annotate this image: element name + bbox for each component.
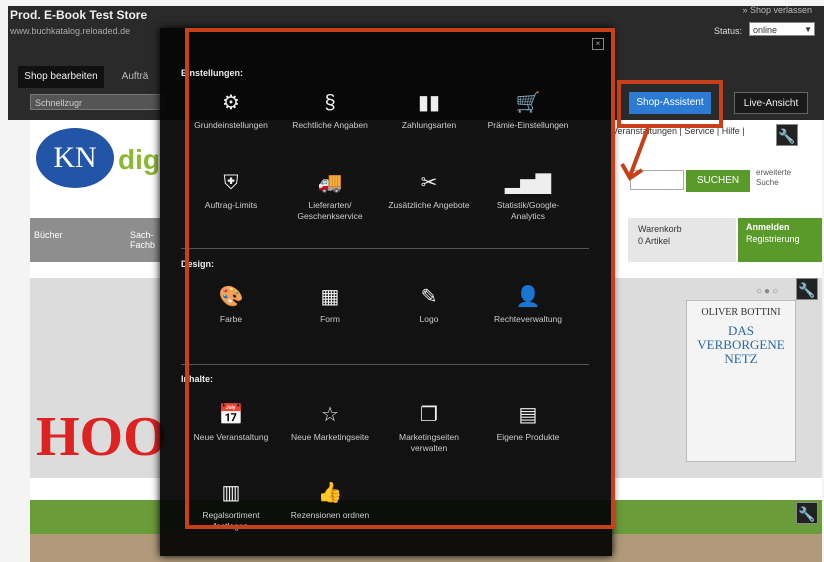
- tile-own-products[interactable]: ▤ Eigene Produkte: [481, 402, 575, 443]
- tile-additional-offers[interactable]: ✂ Zusätzliche Angebote: [382, 170, 476, 211]
- shield-icon: ⛨: [223, 172, 239, 194]
- close-icon[interactable]: ×: [592, 38, 604, 50]
- cart-widget[interactable]: Warenkorb 0 Artikel: [628, 218, 736, 262]
- leave-shop-link[interactable]: » Shop verlassen: [742, 5, 812, 15]
- status-value: online: [753, 25, 778, 35]
- tile-label: Form: [320, 314, 340, 324]
- status-label: Status:: [714, 26, 743, 36]
- tile-label: Lieferarten/ Geschenkservice: [297, 200, 363, 221]
- pen-icon: ✎: [420, 286, 438, 308]
- store-title: Prod. E-Book Test Store: [10, 8, 148, 22]
- tile-rights-management[interactable]: 👤 Rechteverwaltung: [481, 284, 575, 325]
- tile-label: Logo: [419, 314, 439, 324]
- book-title: DAS VERBORGENE NETZ: [697, 323, 785, 366]
- book-cover[interactable]: OLIVER BOTTINI DAS VERBORGENE NETZ: [686, 300, 796, 462]
- paragraph-icon: §: [324, 92, 336, 114]
- cart-count: 0 Artikel: [638, 236, 671, 246]
- tile-shelf-assortment[interactable]: ▥ Regalsortiment festlegen: [184, 480, 278, 532]
- tile-manage-marketing-pages[interactable]: ❐ Marketingseiten verwalten: [382, 402, 476, 454]
- tile-label: Neue Veranstaltung: [193, 432, 269, 442]
- tab-orders[interactable]: Aufträ: [110, 66, 160, 88]
- tile-label: Prämie-Einstellungen: [487, 120, 569, 130]
- store-logo-suffix: dig: [118, 144, 160, 175]
- register-link[interactable]: Registrierung: [746, 234, 822, 244]
- layout-icon: ▦: [320, 286, 340, 308]
- tile-label: Zahlungsarten: [401, 120, 457, 130]
- tile-label: Regalsortiment festlegen: [202, 510, 260, 531]
- tile-payment-methods[interactable]: ▮▮ Zahlungsarten: [382, 90, 476, 131]
- tile-label: Rechteverwaltung: [493, 314, 563, 324]
- status-select[interactable]: online ▼: [749, 22, 815, 36]
- section-title-settings: Einstellungen:: [181, 68, 244, 78]
- section-title-design: Design:: [181, 259, 215, 269]
- chevron-down-icon: ▼: [804, 25, 812, 34]
- login-widget[interactable]: Anmelden Registrierung: [738, 218, 822, 262]
- tile-legal-info[interactable]: § Rechtliche Angaben: [283, 90, 377, 131]
- nav-item-books[interactable]: Bücher: [34, 230, 63, 240]
- shop-assistant-button[interactable]: Shop-Assistent: [629, 92, 711, 114]
- annotation-arrow-icon: [620, 127, 650, 181]
- section-title-content: Inhalte:: [181, 374, 214, 384]
- tile-form[interactable]: ▦ Form: [283, 284, 377, 325]
- divider: [181, 364, 589, 365]
- store-logo[interactable]: KN: [36, 128, 114, 188]
- cart-label: Warenkorb: [638, 224, 682, 234]
- tile-basic-settings[interactable]: ⚙ Grundeinstellungen: [184, 90, 278, 131]
- tile-new-marketing-page[interactable]: ☆ Neue Marketingseite: [283, 402, 377, 443]
- quick-access-input[interactable]: Schnellzugr: [30, 94, 165, 110]
- tools-icon: ✂: [420, 172, 438, 194]
- cart-gear-icon: 🛒: [515, 92, 541, 114]
- tile-label: Zusätzliche Angebote: [388, 200, 470, 210]
- tile-label: Farbe: [219, 314, 243, 324]
- tile-label: Rechtliche Angaben: [292, 120, 368, 130]
- tile-label: Auftrag-Limits: [204, 200, 258, 210]
- banner-text: HOO: [36, 406, 167, 468]
- books-icon: ▥: [221, 482, 241, 504]
- payment-icon: ▮▮: [417, 92, 440, 114]
- wrench-icon[interactable]: 🔧: [796, 502, 818, 524]
- pages-gear-icon: ❐: [420, 404, 438, 426]
- truck-icon: 🚚: [317, 172, 343, 194]
- review-icon: 👍: [317, 482, 343, 504]
- live-view-button[interactable]: Live-Ansicht: [734, 92, 808, 114]
- tile-color[interactable]: 🎨 Farbe: [184, 284, 278, 325]
- store-url[interactable]: www.buchkatalog.reloaded.de: [10, 26, 130, 36]
- tab-shop-edit[interactable]: Shop bearbeiten: [18, 66, 104, 88]
- calendar-add-icon: 📅: [218, 404, 244, 426]
- bar-chart-icon: ▂▅▇: [504, 172, 552, 194]
- tile-statistics[interactable]: ▂▅▇ Statistik/Google-Analytics: [481, 170, 575, 222]
- tile-premium-settings[interactable]: 🛒 Prämie-Einstellungen: [481, 90, 575, 131]
- advanced-search-link[interactable]: erweiterte Suche: [756, 168, 816, 188]
- wrench-icon[interactable]: 🔧: [776, 124, 798, 146]
- store-search-button[interactable]: SUCHEN: [686, 170, 750, 192]
- user-gear-icon: 👤: [515, 286, 541, 308]
- tile-logo[interactable]: ✎ Logo: [382, 284, 476, 325]
- tile-label: Eigene Produkte: [496, 432, 560, 442]
- tile-label: Marketingseiten verwalten: [398, 432, 459, 453]
- tile-label: Statistik/Google-Analytics: [496, 200, 560, 221]
- wrench-icon[interactable]: 🔧: [796, 278, 818, 300]
- tile-label: Rezensionen ordnen: [290, 510, 370, 520]
- tile-label: Grundeinstellungen: [194, 120, 268, 130]
- document-gear-icon: ▤: [518, 404, 538, 426]
- tile-new-event[interactable]: 📅 Neue Veranstaltung: [184, 402, 278, 443]
- gears-icon: ⚙: [222, 92, 240, 114]
- star-icon: ☆: [321, 404, 339, 426]
- book-author: OLIVER BOTTINI: [701, 307, 781, 318]
- tile-order-limits[interactable]: ⛨ Auftrag-Limits: [184, 170, 278, 211]
- tile-delivery-methods[interactable]: 🚚 Lieferarten/ Geschenkservice: [283, 170, 377, 222]
- login-title: Anmelden: [746, 222, 790, 232]
- palette-icon: 🎨: [218, 286, 244, 308]
- divider: [181, 248, 589, 249]
- carousel-dots[interactable]: ○●○: [756, 286, 780, 297]
- nav-item-nonfiction[interactable]: Sach- Fachb: [130, 230, 158, 250]
- tile-reviews[interactable]: 👍 Rezensionen ordnen: [283, 480, 377, 521]
- tile-label: Neue Marketingseite: [291, 432, 369, 442]
